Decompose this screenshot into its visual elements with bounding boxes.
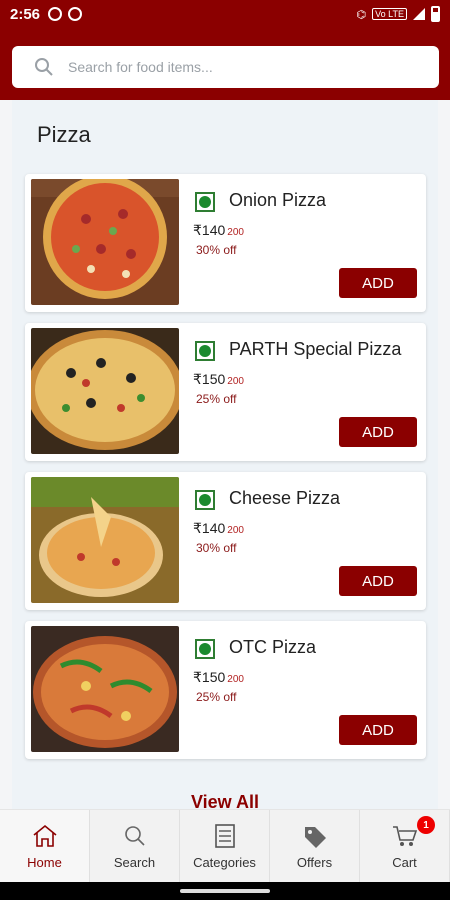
current-price: ₹150 — [193, 371, 226, 387]
veg-indicator-icon — [195, 639, 215, 659]
search-bar[interactable] — [12, 46, 439, 88]
nav-home-label: Home — [27, 854, 62, 870]
gesture-bar — [0, 882, 450, 900]
gamepad-icon: ⌬ — [356, 8, 367, 21]
app-header — [0, 28, 450, 100]
add-button[interactable]: ADD — [339, 417, 417, 447]
discount-label: 30% off — [196, 243, 237, 257]
cart-icon — [392, 825, 417, 846]
battery-icon — [431, 6, 440, 22]
item-name: Onion Pizza — [229, 190, 327, 210]
nav-search-label: Search — [113, 854, 156, 870]
otc-pizza-image — [31, 626, 179, 752]
nav-home[interactable]: Home — [0, 810, 90, 882]
nav-search[interactable]: Search — [90, 810, 180, 882]
food-item-card[interactable]: Onion Pizza ₹140 200 30% off ADD — [25, 174, 426, 312]
tag-icon — [304, 826, 326, 848]
status-time: 2:56 — [10, 5, 41, 23]
sync-icon — [68, 7, 83, 21]
discount-label: 25% off — [196, 392, 237, 406]
discount-label: 30% off — [196, 541, 237, 555]
onion-pizza-image — [31, 179, 179, 305]
current-price: ₹140 — [193, 520, 226, 536]
search-input[interactable] — [68, 59, 398, 75]
bottom-navigation: Home Search Categories Offers 1 Cart — [0, 809, 450, 882]
whatsapp-icon — [48, 7, 63, 21]
item-price: ₹150 200 — [193, 371, 244, 388]
original-price: 200 — [227, 376, 244, 387]
nav-cart-label: Cart — [392, 854, 417, 870]
original-price: 200 — [227, 674, 244, 685]
lte-indicator: Vo LTE — [372, 8, 407, 20]
food-item-card[interactable]: PARTH Special Pizza ₹150 200 25% off ADD — [25, 323, 426, 461]
categories-icon — [214, 823, 235, 848]
item-name: OTC Pizza — [229, 637, 317, 657]
discount-label: 25% off — [196, 690, 237, 704]
nav-offers[interactable]: Offers — [270, 810, 360, 882]
original-price: 200 — [227, 525, 244, 536]
status-bar: 2:56 ⌬ Vo LTE — [0, 0, 450, 28]
veg-indicator-icon — [195, 192, 215, 212]
add-button[interactable]: ADD — [339, 715, 417, 745]
nav-offers-label: Offers — [296, 854, 333, 870]
signal-icon — [413, 8, 425, 20]
nav-categories-label: Categories — [193, 854, 256, 870]
food-item-card[interactable]: Cheese Pizza ₹140 200 30% off ADD — [25, 472, 426, 610]
add-button[interactable]: ADD — [339, 566, 417, 596]
item-price: ₹140 200 — [193, 520, 244, 537]
section-title: Pizza — [37, 122, 91, 147]
item-name: PARTH Special Pizza — [229, 339, 402, 359]
veg-indicator-icon — [195, 341, 215, 361]
nav-cart[interactable]: 1 Cart — [360, 810, 450, 882]
original-price: 200 — [227, 227, 244, 238]
item-price: ₹150 200 — [193, 669, 244, 686]
veg-indicator-icon — [195, 490, 215, 510]
menu-section: Pizza Onion Pizza ₹140 200 30% off ADD P… — [12, 100, 438, 812]
home-icon — [32, 824, 57, 847]
search-icon — [35, 58, 53, 76]
gesture-handle[interactable] — [180, 889, 270, 893]
search-icon — [124, 825, 145, 846]
current-price: ₹140 — [193, 222, 226, 238]
add-button[interactable]: ADD — [339, 268, 417, 298]
food-item-card[interactable]: OTC Pizza ₹150 200 25% off ADD — [25, 621, 426, 759]
item-name: Cheese Pizza — [229, 488, 341, 508]
cart-count-badge: 1 — [417, 816, 435, 834]
cheese-pizza-image — [31, 477, 179, 603]
item-price: ₹140 200 — [193, 222, 244, 239]
nav-categories[interactable]: Categories — [180, 810, 270, 882]
parth-special-pizza-image — [31, 328, 179, 454]
current-price: ₹150 — [193, 669, 226, 685]
